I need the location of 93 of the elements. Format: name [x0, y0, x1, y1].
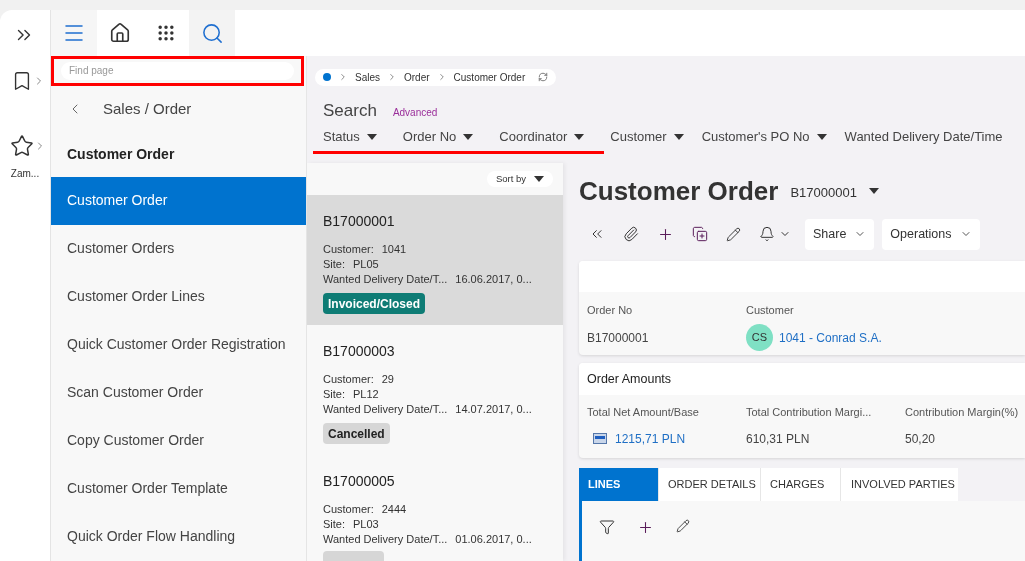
nav-item[interactable]: Customer Order — [51, 177, 306, 225]
action-dropdown[interactable]: Operations — [882, 218, 980, 250]
order-card[interactable]: B17000005 Customer: 2444 Site: PL03 Wanted Delivery Date/T... 01.06.2017, 0... — [307, 455, 563, 561]
money-icon — [593, 433, 607, 444]
filter-dropdown[interactable]: Status — [323, 126, 377, 147]
tab[interactable]: INVOLVED PARTIES — [840, 468, 958, 501]
field-label: Wanted Delivery Date/T... — [323, 532, 448, 547]
field-label: Wanted Delivery Date/T... — [323, 402, 448, 417]
tab[interactable]: CHARGES — [760, 468, 840, 501]
grid-icon[interactable] — [156, 23, 176, 43]
field-label: Site: — [323, 517, 345, 532]
refresh-icon[interactable] — [538, 72, 549, 82]
field-label: Contribution Margin(%) — [905, 405, 1020, 420]
field-value: PL12 — [353, 387, 379, 402]
filter-icon[interactable] — [599, 519, 615, 535]
order-number: B17000005 — [323, 472, 396, 491]
bell-icon[interactable] — [759, 226, 775, 242]
order-card[interactable]: B17000001 Customer: 1041 Site: PL05 Wanted Delivery Date/T... 16.06.2017, 0... Invoiced/Closed — [307, 195, 563, 325]
page-title: Customer Order — [579, 174, 779, 208]
tab[interactable]: ORDER DETAILS — [658, 468, 760, 501]
filter-dropdown[interactable]: Coordinator — [499, 126, 585, 147]
separator-icon — [338, 72, 348, 82]
field-value: 01.06.2017, 0... — [455, 532, 532, 547]
breadcrumb-link[interactable]: Customer Order — [453, 69, 526, 85]
action-dropdown[interactable]: Share — [805, 218, 875, 250]
amount-link[interactable]: 1215,71 PLN — [615, 429, 686, 448]
separator-icon — [387, 72, 397, 82]
field-value: 16.06.2017, 0... — [455, 272, 532, 287]
rail-label: Zam... — [10, 167, 40, 181]
field-value: 610,31 PLN — [746, 430, 810, 448]
order-number: B17000003 — [323, 342, 396, 361]
search-title: Search — [323, 100, 377, 122]
search-button[interactable] — [189, 10, 235, 56]
field-value: PL03 — [353, 517, 379, 532]
status-badge: Invoiced/Closed — [323, 293, 426, 314]
field-value: 1041 — [381, 242, 407, 257]
add-icon[interactable] — [637, 519, 654, 536]
field-label: Wanted Delivery Date/T... — [323, 272, 448, 287]
nav-breadcrumb[interactable]: Sales / Order — [103, 97, 192, 121]
caret-icon — [673, 133, 684, 140]
breadcrumb-link[interactable]: Sales — [355, 69, 380, 85]
search-icon[interactable] — [200, 21, 224, 45]
caret-icon — [534, 176, 544, 182]
field-value: B17000001 — [587, 329, 649, 347]
nav-item[interactable]: Customer Order Template — [51, 465, 306, 513]
field-label: Customer: — [323, 372, 374, 387]
star-icon[interactable] — [10, 134, 34, 158]
caret-icon — [463, 133, 474, 140]
edit-icon[interactable] — [726, 226, 741, 242]
caret-icon — [816, 133, 827, 140]
avatar: CS — [746, 324, 773, 351]
field-label: Customer — [746, 303, 795, 318]
breadcrumb-link[interactable]: Order — [404, 69, 430, 85]
nav-heading: Customer Order — [67, 145, 175, 165]
advanced-link[interactable]: Advanced — [392, 105, 438, 120]
paperclip-icon[interactable] — [623, 226, 639, 242]
field-value: 29 — [381, 372, 394, 387]
record-caret-icon — [868, 188, 879, 194]
home-icon[interactable] — [109, 22, 131, 44]
field-label: Site: — [323, 387, 345, 402]
field-value: PL05 — [353, 257, 379, 272]
field-label: Order No — [587, 303, 634, 318]
field-label: Total Contribution Margi... — [746, 405, 873, 420]
field-label: Site: — [323, 257, 345, 272]
record-number: B17000001 — [790, 184, 857, 203]
caret-icon — [366, 133, 377, 140]
filter-dropdown[interactable]: Customer — [610, 126, 684, 147]
field-label: Customer: — [323, 242, 374, 257]
nav-item[interactable]: Quick Customer Order Registration — [51, 321, 306, 369]
order-card[interactable]: B17000003 Customer: 29 Site: PL12 Wanted Delivery Date/T... 14.07.2017, 0... Cancelled — [307, 325, 563, 455]
sort-button[interactable]: Sort by — [486, 171, 553, 187]
duplicate-icon[interactable] — [692, 226, 708, 242]
field-value: 50,20 — [905, 430, 936, 448]
find-page-field[interactable]: Find page — [61, 61, 294, 80]
status-badge: Cancelled — [323, 423, 390, 444]
filter-dropdown[interactable]: Wanted Delivery Date/Time — [844, 126, 1003, 147]
nav-item[interactable]: Quick Order Flow Handling — [51, 513, 306, 561]
nav-item[interactable]: Customer Order Lines — [51, 273, 306, 321]
field-value: 2444 — [381, 502, 407, 517]
tab[interactable]: LINES — [579, 468, 658, 501]
section-title: Order Amounts — [587, 370, 672, 388]
nav-item[interactable]: Customer Orders — [51, 225, 306, 273]
field-label: Total Net Amount/Base — [587, 405, 700, 420]
field-value: 14.07.2017, 0... — [455, 402, 532, 417]
caret-icon — [574, 133, 585, 140]
field-label: Customer: — [323, 502, 374, 517]
edit-icon[interactable] — [676, 519, 690, 533]
nav-item[interactable]: Copy Customer Order — [51, 417, 306, 465]
filter-dropdown[interactable]: Customer's PO No — [701, 126, 827, 147]
order-number: B17000001 — [323, 212, 396, 231]
filter-dropdown[interactable]: Order No — [402, 126, 474, 147]
customer-link[interactable]: 1041 - Conrad S.A. — [779, 328, 882, 347]
nav-item[interactable]: Scan Customer Order — [51, 369, 306, 417]
